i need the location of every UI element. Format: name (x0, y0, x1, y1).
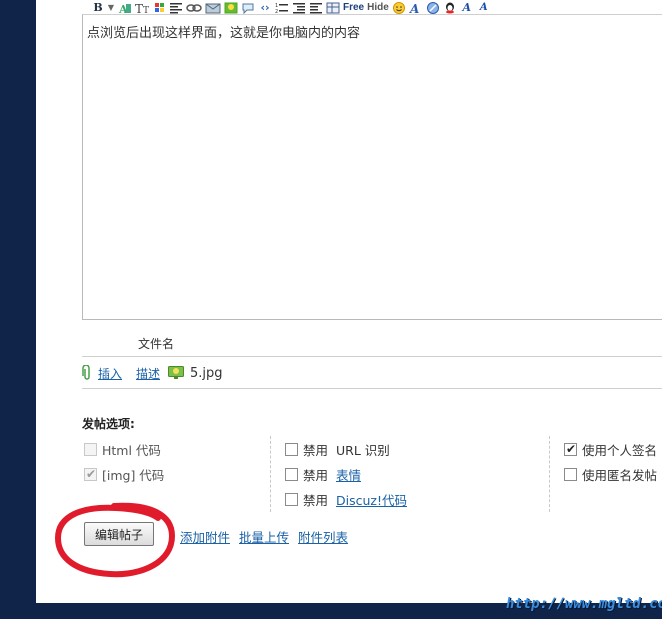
image-icon[interactable] (224, 2, 238, 14)
image-file-icon (168, 366, 185, 380)
link-icon[interactable] (186, 2, 202, 14)
disable-smilies-checkbox[interactable] (285, 468, 298, 481)
insert-attachment-link[interactable]: 插入 (98, 365, 122, 382)
quote-icon[interactable] (241, 2, 255, 14)
option-disable-smilies[interactable]: 禁用 表情 (285, 465, 361, 484)
filename-column-header: 文件名 (138, 337, 175, 351)
font-size-decrease-button[interactable]: A (477, 2, 491, 14)
paperclip-icon (82, 364, 92, 381)
batch-upload-link[interactable]: 批量上传 (239, 527, 289, 546)
options-separator-1 (270, 436, 271, 512)
describe-attachment-link[interactable]: 描述 (136, 365, 160, 382)
svg-text:T: T (143, 6, 149, 14)
watermark-url: http://www.mgltd.com (506, 596, 662, 612)
hide-button[interactable]: Hide (367, 2, 389, 14)
qq-icon[interactable] (443, 2, 457, 14)
attachment-filename: 5.jpg (190, 365, 223, 381)
table-icon[interactable] (326, 2, 340, 14)
smilies-link[interactable]: 表情 (336, 465, 361, 484)
font-size-increase-button[interactable]: A (460, 2, 474, 14)
anonymous-post-checkbox[interactable] (564, 468, 577, 481)
checkmark-icon: ✔ (566, 442, 577, 456)
attachment-row: 插入 描述 5.jpg (82, 364, 223, 382)
add-attachment-link[interactable]: 添加附件 (180, 527, 230, 546)
attachment-action-links: 添加附件 批量上传 附件列表 (180, 527, 348, 546)
ordered-list-icon[interactable]: 12 (275, 2, 289, 14)
email-icon[interactable] (205, 2, 221, 14)
attachment-divider-bottom (82, 388, 662, 389)
disable-url-prefix: 禁用 (303, 443, 329, 458)
attachment-divider-top (82, 356, 662, 357)
font-size-icon[interactable]: TT (135, 2, 151, 14)
img-code-label: [img] 代码 (102, 468, 165, 483)
option-img-code[interactable]: ✔ [img] 代码 (84, 465, 164, 484)
img-code-checkbox[interactable]: ✔ (84, 467, 97, 481)
discuz-code-link[interactable]: Discuz!代码 (336, 490, 407, 509)
attachment-list-link[interactable]: 附件列表 (298, 527, 348, 546)
disable-discuz-code-checkbox[interactable] (285, 493, 298, 506)
outdent-icon[interactable] (292, 2, 306, 14)
checkmark-icon: ✔ (86, 467, 97, 481)
use-signature-label: 使用个人签名 (582, 443, 658, 458)
disable-discuz-prefix: 禁用 (303, 493, 329, 508)
post-options-title: 发帖选项: (82, 417, 135, 431)
smiley-icon[interactable] (392, 2, 406, 14)
media-icon[interactable] (426, 2, 440, 14)
code-icon[interactable]: ‹› (258, 2, 272, 14)
use-signature-checkbox[interactable]: ✔ (564, 442, 577, 456)
flash-icon[interactable]: A (409, 2, 423, 14)
disable-url-checkbox[interactable] (285, 443, 298, 456)
disable-url-label: URL 识别 (336, 443, 390, 458)
html-code-checkbox[interactable] (84, 443, 97, 456)
svg-text:A: A (409, 2, 419, 14)
option-disable-discuz-code[interactable]: 禁用 Discuz!代码 (285, 490, 407, 509)
options-separator-2 (549, 436, 550, 512)
option-html-code[interactable]: Html 代码 (84, 440, 161, 459)
bold-button[interactable]: B (92, 2, 104, 14)
anonymous-post-label: 使用匿名发帖 (582, 468, 658, 483)
disable-smilies-prefix: 禁用 (303, 468, 329, 483)
edit-post-button[interactable]: 编辑帖子 (84, 522, 154, 546)
message-editor[interactable]: 点浏览后出现这样界面，这就是你电脑内的内容 (82, 14, 662, 320)
indent-icon[interactable] (309, 2, 323, 14)
chevron-down-icon[interactable]: ▼ (107, 2, 115, 14)
free-button[interactable]: Free (343, 2, 364, 14)
svg-text:T: T (135, 2, 143, 14)
option-use-signature[interactable]: ✔ 使用个人签名 (564, 440, 657, 459)
font-color-icon[interactable]: A (118, 2, 132, 14)
option-anonymous-post[interactable]: 使用匿名发帖 (564, 465, 657, 484)
html-code-label: Html 代码 (102, 443, 161, 458)
option-disable-url[interactable]: 禁用 URL 识别 (285, 440, 390, 459)
editor-content[interactable]: 点浏览后出现这样界面，这就是你电脑内的内容 (87, 22, 360, 41)
align-left-icon[interactable] (169, 2, 183, 14)
editor-toolbar: B ▼ A TT ‹› 12 Free Hide A A A (92, 0, 662, 14)
color-grid-icon[interactable] (154, 2, 166, 14)
